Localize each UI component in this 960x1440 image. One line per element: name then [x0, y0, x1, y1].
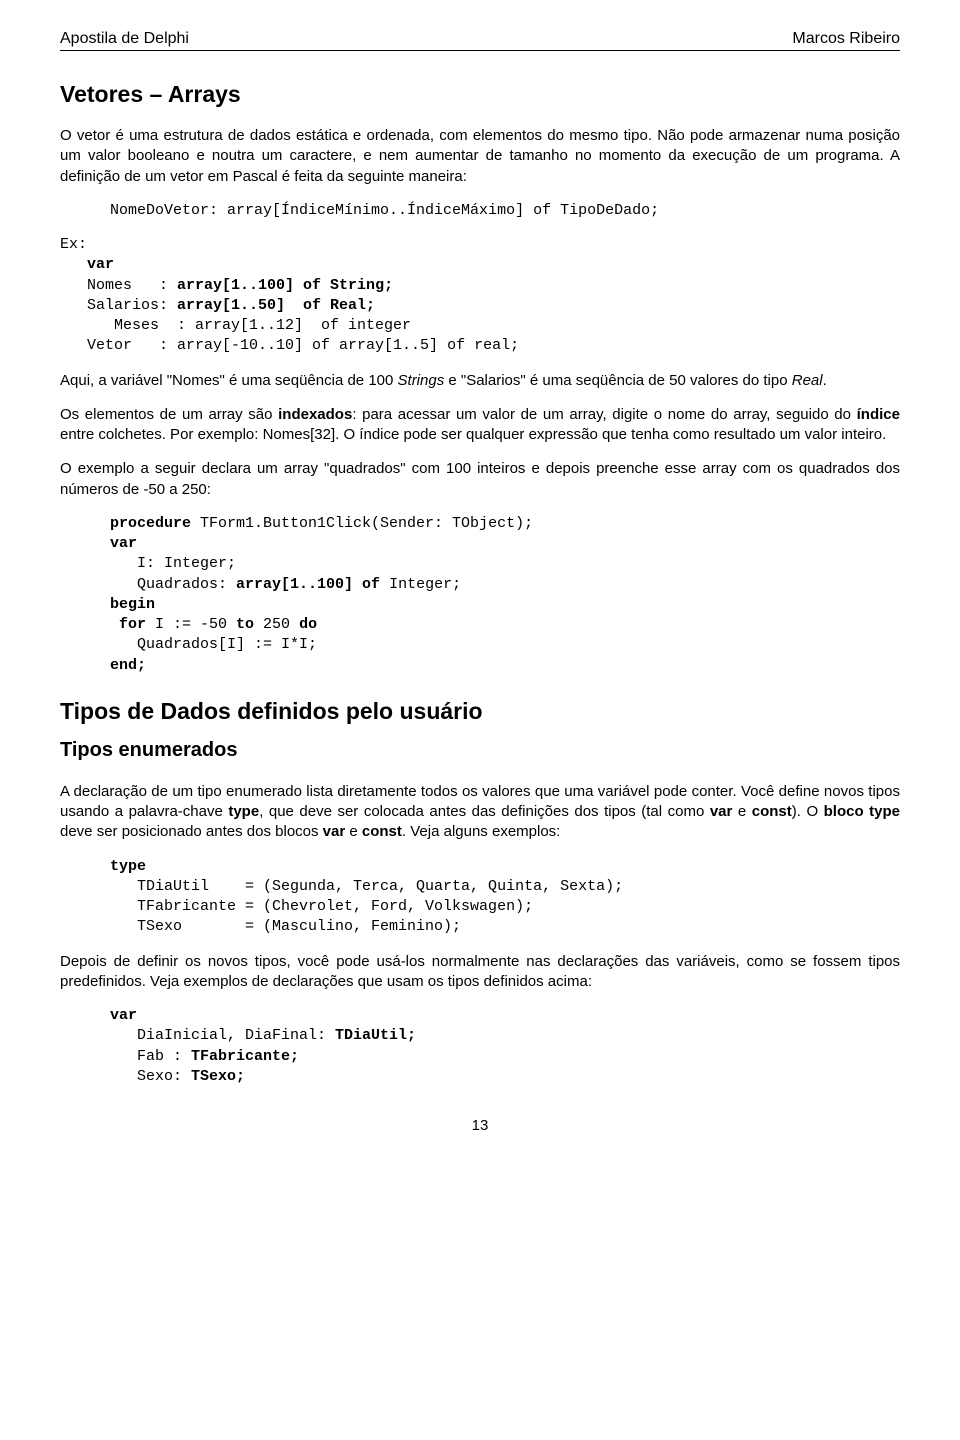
paragraph: O vetor é uma estrutura de dados estátic…	[60, 126, 900, 187]
paragraph: Os elementos de um array são indexados: …	[60, 405, 900, 446]
document-page: Apostila de Delphi Marcos Ribeiro Vetore…	[0, 0, 960, 1440]
paragraph: Aqui, a variável "Nomes" é uma seqüência…	[60, 371, 900, 391]
paragraph: O exemplo a seguir declara um array "qua…	[60, 459, 900, 500]
example-label: Ex:	[60, 236, 87, 253]
page-number: 13	[60, 1117, 900, 1134]
code-block-example-decl: Ex: var Nomes : array[1..100] of String;…	[60, 235, 900, 357]
code-block-syntax: NomeDoVetor: array[ÍndiceMínimo..ÍndiceM…	[60, 201, 900, 221]
paragraph: Depois de definir os novos tipos, você p…	[60, 952, 900, 993]
paragraph: A declaração de um tipo enumerado lista …	[60, 782, 900, 843]
code-block-var-decl: var DiaInicial, DiaFinal: TDiaUtil; Fab …	[60, 1006, 900, 1087]
header-right: Marcos Ribeiro	[792, 30, 900, 48]
section-title-user-types: Tipos de Dados definidos pelo usuário	[60, 698, 900, 725]
page-header: Apostila de Delphi Marcos Ribeiro	[60, 30, 900, 48]
header-divider	[60, 50, 900, 51]
subsection-title-enum: Tipos enumerados	[60, 739, 900, 762]
header-left: Apostila de Delphi	[60, 30, 189, 48]
code-block-type-decl: type TDiaUtil = (Segunda, Terca, Quarta,…	[60, 857, 900, 938]
section-title-vectors: Vetores – Arrays	[60, 81, 900, 108]
code-block-procedure: procedure TForm1.Button1Click(Sender: TO…	[60, 514, 900, 676]
